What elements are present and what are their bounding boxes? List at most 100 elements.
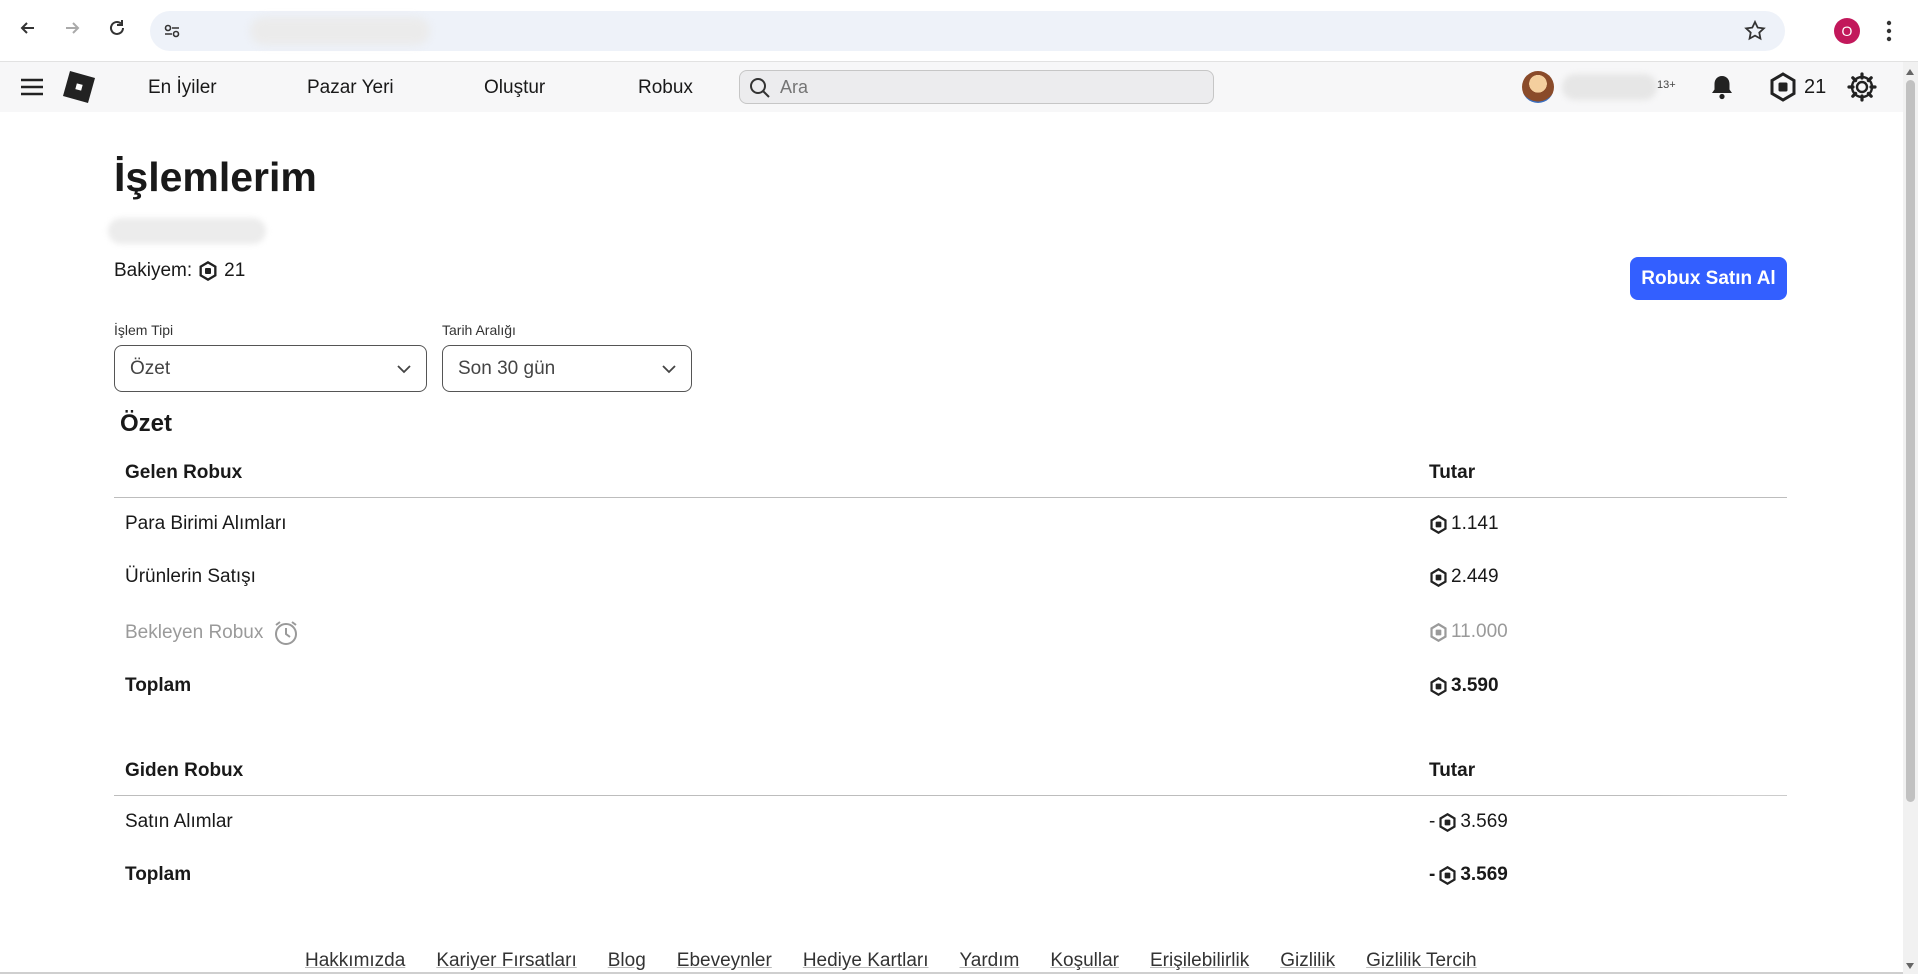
- transaction-type-select[interactable]: Özet: [114, 345, 427, 392]
- footer-link-accessibility[interactable]: Erişilebilirlik: [1150, 950, 1249, 972]
- footer-link-parents[interactable]: Ebeveynler: [677, 950, 772, 972]
- clock-icon[interactable]: [272, 619, 300, 647]
- address-bar[interactable]: [150, 11, 1785, 51]
- row-amount: 2.449: [1429, 566, 1499, 588]
- footer-link-about[interactable]: Hakkımızda: [305, 950, 405, 972]
- avatar[interactable]: [1522, 71, 1554, 103]
- site-info-icon[interactable]: [162, 21, 182, 41]
- table-row: Bekleyen Robux 11.000: [114, 604, 1787, 660]
- row-amount: 1.141: [1429, 513, 1499, 535]
- robux-icon: [1439, 865, 1456, 885]
- table-row: Ürünlerin Satışı 2.449: [114, 551, 1787, 604]
- footer-link-gift-cards[interactable]: Hediye Kartları: [803, 950, 929, 972]
- row-amount: - 3.569: [1429, 864, 1508, 886]
- gear-icon[interactable]: [1846, 71, 1878, 103]
- amount-value: 3.569: [1460, 864, 1508, 885]
- minus-sign: -: [1429, 811, 1436, 832]
- roblox-logo[interactable]: [61, 69, 97, 105]
- browser-menu-icon[interactable]: [1885, 18, 1893, 44]
- arrow-right-icon: [66, 22, 80, 34]
- site-header: En İyiler Pazar Yeri Oluştur Robux 13+ 2…: [0, 62, 1903, 112]
- chevron-down-icon: [662, 365, 676, 374]
- reload-icon: [110, 20, 124, 35]
- robux-icon: [1430, 567, 1447, 587]
- robux-icon: [1430, 622, 1447, 642]
- row-label: Para Birimi Alımları: [125, 513, 287, 534]
- browser-toolbar: O: [0, 0, 1918, 62]
- nav-marketplace[interactable]: Pazar Yeri: [307, 77, 394, 99]
- browser-profile-avatar[interactable]: O: [1834, 18, 1860, 44]
- date-range-select[interactable]: Son 30 gün: [442, 345, 692, 392]
- reload-button[interactable]: [103, 14, 131, 42]
- transaction-type-value: Özet: [130, 358, 171, 379]
- outgoing-header: Giden Robux: [125, 760, 244, 781]
- robux-icon: [1770, 72, 1796, 102]
- url-redaction: [250, 17, 430, 45]
- date-range-label: Tarih Aralığı: [442, 322, 516, 338]
- forward-button[interactable]: [58, 14, 86, 42]
- footer-link-blog[interactable]: Blog: [608, 950, 646, 972]
- amount-value: 2.449: [1451, 566, 1499, 587]
- section-title: Özet: [120, 410, 173, 437]
- footer-links: Hakkımızda Kariyer Fırsatları Blog Ebeve…: [305, 950, 1477, 972]
- row-label: Toplam: [125, 675, 192, 696]
- row-label: Ürünlerin Satışı: [125, 566, 256, 587]
- balance-value: 21: [224, 260, 246, 281]
- table-row: Para Birimi Alımları 1.141: [114, 498, 1787, 551]
- robux-balance-value: 21: [1804, 75, 1827, 98]
- row-label: Toplam: [125, 864, 192, 885]
- age-badge: 13+: [1657, 79, 1676, 91]
- amount-value: 11.000: [1451, 621, 1508, 642]
- robux-icon: [1430, 514, 1447, 534]
- balance-label: Bakiyem:: [114, 260, 193, 281]
- amount-header: Tutar: [1429, 760, 1476, 781]
- nav-create[interactable]: Oluştur: [484, 77, 545, 99]
- balance: Bakiyem: 21: [114, 260, 245, 282]
- bookmark-star-icon[interactable]: [1743, 19, 1767, 43]
- table-header: Gelen Robux Tutar: [114, 448, 1787, 498]
- pending-label: Bekleyen Robux: [125, 622, 264, 644]
- scroll-down-icon[interactable]: [1905, 962, 1915, 970]
- transaction-type-label: İşlem Tipi: [114, 322, 174, 338]
- footer-link-privacy[interactable]: Gizlilik: [1280, 950, 1335, 972]
- search-input[interactable]: [780, 71, 1200, 103]
- robux-icon: [1439, 812, 1456, 832]
- footer-link-help[interactable]: Yardım: [960, 950, 1020, 972]
- robux-icon: [1430, 676, 1447, 696]
- chevron-down-icon: [397, 365, 411, 374]
- scrollbar-thumb[interactable]: [1906, 80, 1915, 802]
- date-range-value: Son 30 gün: [458, 358, 556, 379]
- search-icon: [750, 78, 770, 98]
- username-redaction: [1562, 74, 1657, 100]
- robux-balance-button[interactable]: 21: [1768, 72, 1826, 102]
- incoming-table: Gelen Robux Tutar Para Birimi Alımları 1…: [114, 448, 1787, 713]
- menu-icon[interactable]: [20, 77, 44, 97]
- footer-link-careers[interactable]: Kariyer Fırsatları: [436, 950, 576, 972]
- nav-robux[interactable]: Robux: [638, 77, 693, 99]
- incoming-header: Gelen Robux: [125, 462, 243, 483]
- robux-icon: [199, 261, 217, 281]
- minus-sign: -: [1429, 864, 1436, 885]
- page-title: İşlemlerim: [114, 154, 317, 200]
- amount-value: 1.141: [1451, 513, 1499, 534]
- row-label: Bekleyen Robux: [125, 619, 300, 647]
- row-label: Satın Alımlar: [125, 811, 233, 832]
- amount-value: 3.569: [1460, 811, 1508, 832]
- nav-charts[interactable]: En İyiler: [148, 77, 217, 99]
- subtitle-redaction: [108, 218, 266, 244]
- search-box: [739, 70, 1214, 104]
- back-button[interactable]: [14, 14, 42, 42]
- table-row: Toplam 3.590: [114, 660, 1787, 713]
- scroll-up-icon[interactable]: [1905, 68, 1915, 76]
- amount-header: Tutar: [1429, 462, 1476, 483]
- row-amount: 11.000: [1429, 621, 1508, 643]
- row-amount: - 3.569: [1429, 811, 1508, 833]
- footer-link-terms[interactable]: Koşullar: [1050, 950, 1119, 972]
- bell-icon[interactable]: [1708, 73, 1736, 101]
- arrow-left-icon: [20, 22, 34, 34]
- amount-value: 3.590: [1451, 675, 1499, 696]
- redaction-overlay: [1520, 780, 1903, 974]
- row-amount: 3.590: [1429, 675, 1499, 697]
- buy-robux-button[interactable]: Robux Satın Al: [1630, 257, 1787, 300]
- footer-link-privacy-prefs[interactable]: Gizlilik Tercih: [1366, 950, 1477, 972]
